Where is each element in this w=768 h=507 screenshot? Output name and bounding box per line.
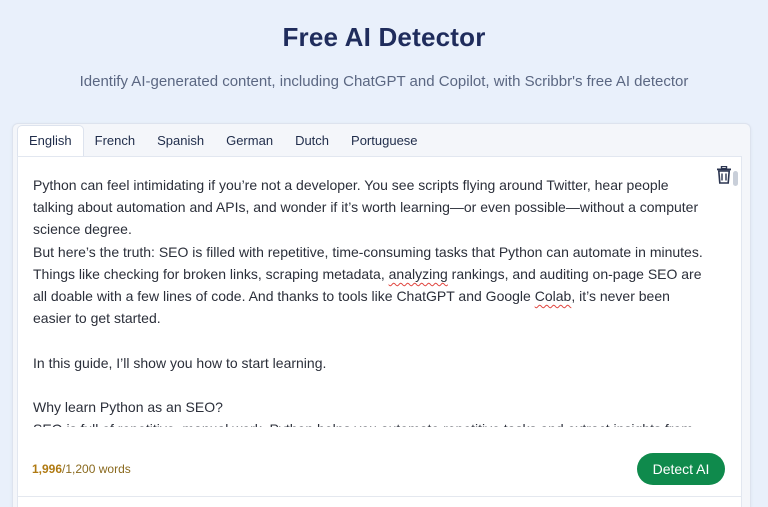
detect-ai-button[interactable]: Detect AI — [637, 453, 725, 485]
text-span: Things like checking for broken links, s… — [33, 265, 385, 282]
paragraph: Why learn Python as an SEO? — [33, 399, 223, 415]
page-title: Free AI Detector — [282, 22, 486, 52]
text-input-area[interactable]: Python can feel intimidating if you’re n… — [33, 174, 703, 427]
word-count: 1,996/1,200 words — [32, 462, 131, 476]
words-used: 1,996 — [32, 462, 63, 476]
tab-spanish[interactable]: Spanish — [146, 126, 215, 156]
paragraph: In this guide, I’ll show you how to star… — [33, 354, 327, 371]
scrollbar-thumb[interactable] — [733, 171, 738, 186]
tab-german[interactable]: German — [215, 126, 284, 156]
ai-detector-page: Free AI Detector Identify AI-generated c… — [0, 0, 768, 507]
tab-french[interactable]: French — [84, 126, 146, 156]
spellcheck-word[interactable]: Colab — [535, 288, 572, 304]
spellcheck-word[interactable]: analyzing — [389, 266, 448, 282]
editor-panel: Python can feel intimidating if you’re n… — [17, 156, 742, 507]
tab-dutch[interactable]: Dutch — [284, 126, 340, 156]
language-tabs: English French Spanish German Dutch Port… — [17, 124, 429, 157]
paragraph: Things like checking for broken links, s… — [33, 263, 703, 330]
paragraph: Python can feel intimidating if you’re n… — [33, 177, 699, 238]
words-limit: /1,200 words — [62, 462, 131, 476]
detector-card: English French Spanish German Dutch Port… — [12, 123, 751, 507]
paragraph: But here’s the truth: SEO is filled with… — [33, 243, 703, 260]
divider — [18, 496, 741, 497]
page-subtitle: Identify AI-generated content, including… — [79, 73, 689, 90]
trash-icon[interactable] — [716, 165, 732, 184]
paragraph: SEO is full of repetitive, manual work. … — [33, 418, 703, 427]
tab-english[interactable]: English — [17, 125, 84, 157]
tab-portuguese[interactable]: Portuguese — [340, 126, 429, 156]
